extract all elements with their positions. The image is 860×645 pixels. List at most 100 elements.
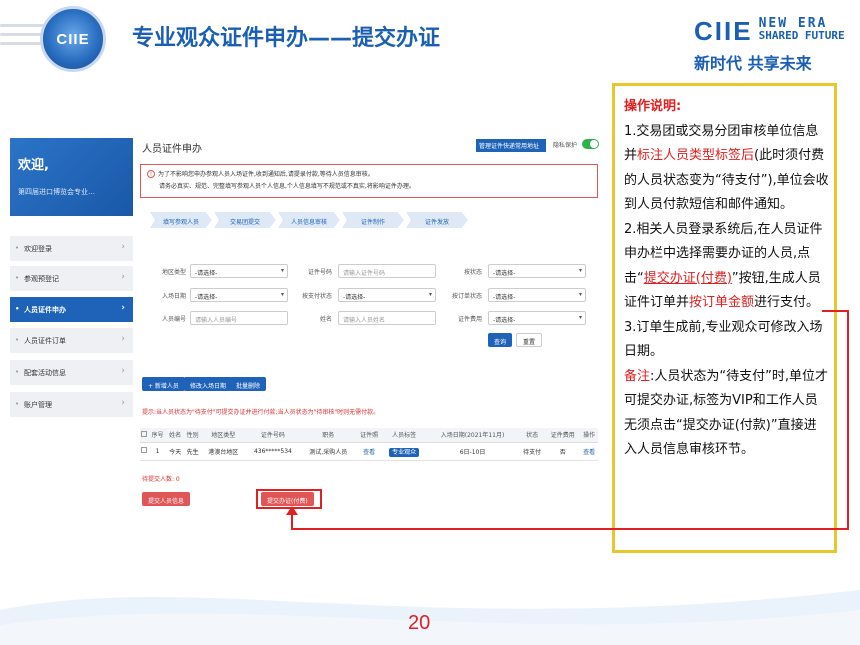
notice-line2: 请务必真实、规范、完整填写参观人员个人信息,个人信息填写不规范或不真实,将影响证… bbox=[159, 183, 415, 190]
brand-logo: CIIE NEW ERA SHARED FUTURE bbox=[694, 16, 845, 47]
sidebar-item-account[interactable]: • 账户管理 › bbox=[10, 392, 133, 417]
table-row: 1 今天 先生 港澳台地区 436*****534 测试,采购人员 查看 专业观… bbox=[140, 442, 598, 461]
col-header: 性别 bbox=[183, 428, 202, 443]
submit-info-button[interactable]: 提交人员信息 bbox=[142, 492, 191, 506]
cell-photo-link[interactable]: 查看 bbox=[355, 442, 383, 461]
name-label: 姓名 bbox=[319, 316, 332, 323]
panel-p2-red: 提交办证(付费) bbox=[643, 270, 732, 286]
status-select[interactable]: -请选择- bbox=[488, 264, 586, 278]
cert-fee-select[interactable]: -请选择- bbox=[488, 311, 586, 325]
col-header: 入场日期(2021年11月) bbox=[426, 428, 519, 443]
slogan: 新时代 共享未来 bbox=[694, 54, 812, 73]
person-no-label: 人员编号 bbox=[161, 316, 186, 323]
table-header-row: 序号 姓名 性别 地区类型 证件号码 职务 证件照 人员标签 入场日期(2021… bbox=[140, 428, 598, 443]
sidebar-item-preregister[interactable]: • 参观预登记 › bbox=[10, 266, 133, 291]
panel-p2-red2: 按订单金额 bbox=[689, 295, 755, 310]
cell-gender: 先生 bbox=[183, 442, 202, 461]
section-title: 人员证件申办 bbox=[142, 144, 202, 155]
panel-note-text: :人员状态为“待支付”时,单位才可提交办证,标签为VIP和工作人员无须点击“提交… bbox=[624, 368, 828, 458]
step-4: 证件制作 bbox=[342, 212, 404, 228]
sidebar-item-events[interactable]: • 配套活动信息 › bbox=[10, 360, 133, 385]
welcome-subtext: 第四届进口博览会专业… bbox=[18, 188, 95, 196]
col-header: 地区类型 bbox=[201, 428, 246, 443]
cell-status: 待支付 bbox=[518, 442, 546, 461]
cell-tag: 专业观众 bbox=[382, 442, 427, 461]
step-2: 交易团提交 bbox=[214, 212, 276, 228]
entry-date-label: 入场日期 bbox=[161, 293, 186, 300]
pay-status-label: 按支付状态 bbox=[301, 293, 332, 300]
welcome-text: 欢迎, bbox=[18, 158, 49, 173]
row-checkbox[interactable] bbox=[140, 442, 149, 461]
chevron-right-icon: › bbox=[121, 303, 125, 313]
tip-text: 提示:当人员状态为"待支付"可提交办证并进行付款;当人员状态为"待审核"时则无需… bbox=[142, 409, 380, 416]
manage-address-button[interactable]: 管理证件快递常用地址 bbox=[476, 139, 546, 152]
cert-no-input[interactable]: 请输入证件号码 bbox=[338, 264, 436, 278]
chevron-right-icon: › bbox=[121, 272, 125, 282]
order-status-label: 按订单状态 bbox=[451, 293, 482, 300]
page-title: 专业观众证件申办——提交办证 bbox=[132, 26, 441, 51]
cell-position: 测试,采购人员 bbox=[300, 442, 356, 461]
region-type-label: 地区类型 bbox=[161, 269, 186, 276]
panel-heading: 操作说明: bbox=[624, 99, 682, 114]
brand-name: CIIE bbox=[694, 16, 753, 46]
col-header: 人员标签 bbox=[382, 428, 427, 443]
cert-fee-label: 证件费用 bbox=[457, 316, 482, 323]
cell-name: 今天 bbox=[166, 442, 184, 461]
cell-cert-no: 436*****534 bbox=[245, 442, 301, 461]
tag-badge: 专业观众 bbox=[389, 447, 420, 457]
notice-line1: 为了不影响您申办参观人员入场证件,收到通知后,请提录付款,等待人员信息审核。 bbox=[158, 171, 374, 178]
chevron-right-icon: › bbox=[121, 334, 125, 344]
cell-entry-date: 6日-10日 bbox=[426, 442, 519, 461]
status-label: 按状态 bbox=[463, 269, 482, 276]
panel-p3: 3.订单生成前,专业观众可修改入场日期。 bbox=[624, 319, 823, 360]
batch-delete-button[interactable]: 批量删除 bbox=[230, 377, 267, 391]
region-type-select[interactable]: -请选择- bbox=[190, 264, 288, 278]
chevron-right-icon: › bbox=[121, 366, 125, 376]
panel-p1-red: 标注人员类型标签后 bbox=[637, 148, 755, 163]
page-number: 20 bbox=[408, 612, 431, 634]
col-checkbox[interactable] bbox=[140, 428, 149, 443]
reset-button[interactable]: 重置 bbox=[516, 333, 543, 347]
sidebar-item-cert-orders[interactable]: • 人员证件订单 › bbox=[10, 328, 133, 353]
brand-line2: SHARED FUTURE bbox=[758, 29, 845, 42]
sidebar-item-cert-apply[interactable]: • 人员证件申办 › bbox=[10, 297, 133, 322]
warning-icon: ! bbox=[147, 170, 155, 178]
notice-box: ! 为了不影响您申办参观人员入场证件,收到通知后,请提录付款,等待人员信息审核。 … bbox=[140, 164, 598, 198]
chevron-right-icon: › bbox=[121, 398, 125, 408]
col-header: 证件号码 bbox=[245, 428, 301, 443]
col-header: 证件照 bbox=[355, 428, 383, 443]
entry-date-select[interactable]: -请选择- bbox=[190, 288, 288, 302]
panel-note-label: 备注 bbox=[624, 368, 651, 384]
step-5: 证件发放 bbox=[406, 212, 468, 228]
cert-no-label: 证件号码 bbox=[307, 269, 332, 276]
name-input[interactable]: 请输入人员姓名 bbox=[338, 311, 436, 325]
welcome-banner: 欢迎, 第四届进口博览会专业… bbox=[10, 138, 133, 216]
cell-region: 港澳台地区 bbox=[201, 442, 246, 461]
query-button[interactable]: 查询 bbox=[488, 333, 513, 347]
edit-entry-date-button[interactable]: 修改入场日期 bbox=[184, 377, 233, 391]
highlight-box bbox=[256, 489, 322, 509]
sidebar-item-welcome[interactable]: • 欢迎登录 › bbox=[10, 236, 133, 261]
privacy-label: 隐私保护 bbox=[553, 142, 578, 149]
select-all-checkbox bbox=[141, 430, 148, 437]
panel-p2-c: 进行支付。 bbox=[754, 295, 820, 310]
pending-count: 待提交人数: 0 bbox=[142, 476, 180, 483]
ciie-logo: CIIE bbox=[40, 6, 106, 72]
pay-status-select[interactable]: -请选择- bbox=[338, 288, 436, 302]
person-no-input[interactable]: 请输入人员编号 bbox=[190, 311, 288, 325]
privacy-toggle[interactable] bbox=[582, 139, 599, 149]
cell-view-link[interactable]: 查看 bbox=[580, 442, 598, 461]
col-header: 状态 bbox=[518, 428, 546, 443]
cell-index: 1 bbox=[148, 442, 167, 461]
step-1: 填写参观人员 bbox=[150, 212, 212, 228]
instruction-panel: 操作说明: 1.交易团或交易分团审核单位信息并标注人员类型标签后(此时须付费的人… bbox=[612, 83, 837, 553]
cell-fee: 否 bbox=[545, 442, 581, 461]
order-status-select[interactable]: -请选择- bbox=[488, 288, 586, 302]
col-header: 证件费用 bbox=[545, 428, 581, 443]
person-table: 序号 姓名 性别 地区类型 证件号码 职务 证件照 人员标签 入场日期(2021… bbox=[140, 428, 598, 461]
chevron-right-icon: › bbox=[121, 242, 125, 252]
col-header: 操作 bbox=[580, 428, 598, 443]
col-header: 序号 bbox=[148, 428, 167, 443]
col-header: 姓名 bbox=[166, 428, 184, 443]
add-person-button[interactable]: + 新增人员 bbox=[142, 377, 185, 391]
